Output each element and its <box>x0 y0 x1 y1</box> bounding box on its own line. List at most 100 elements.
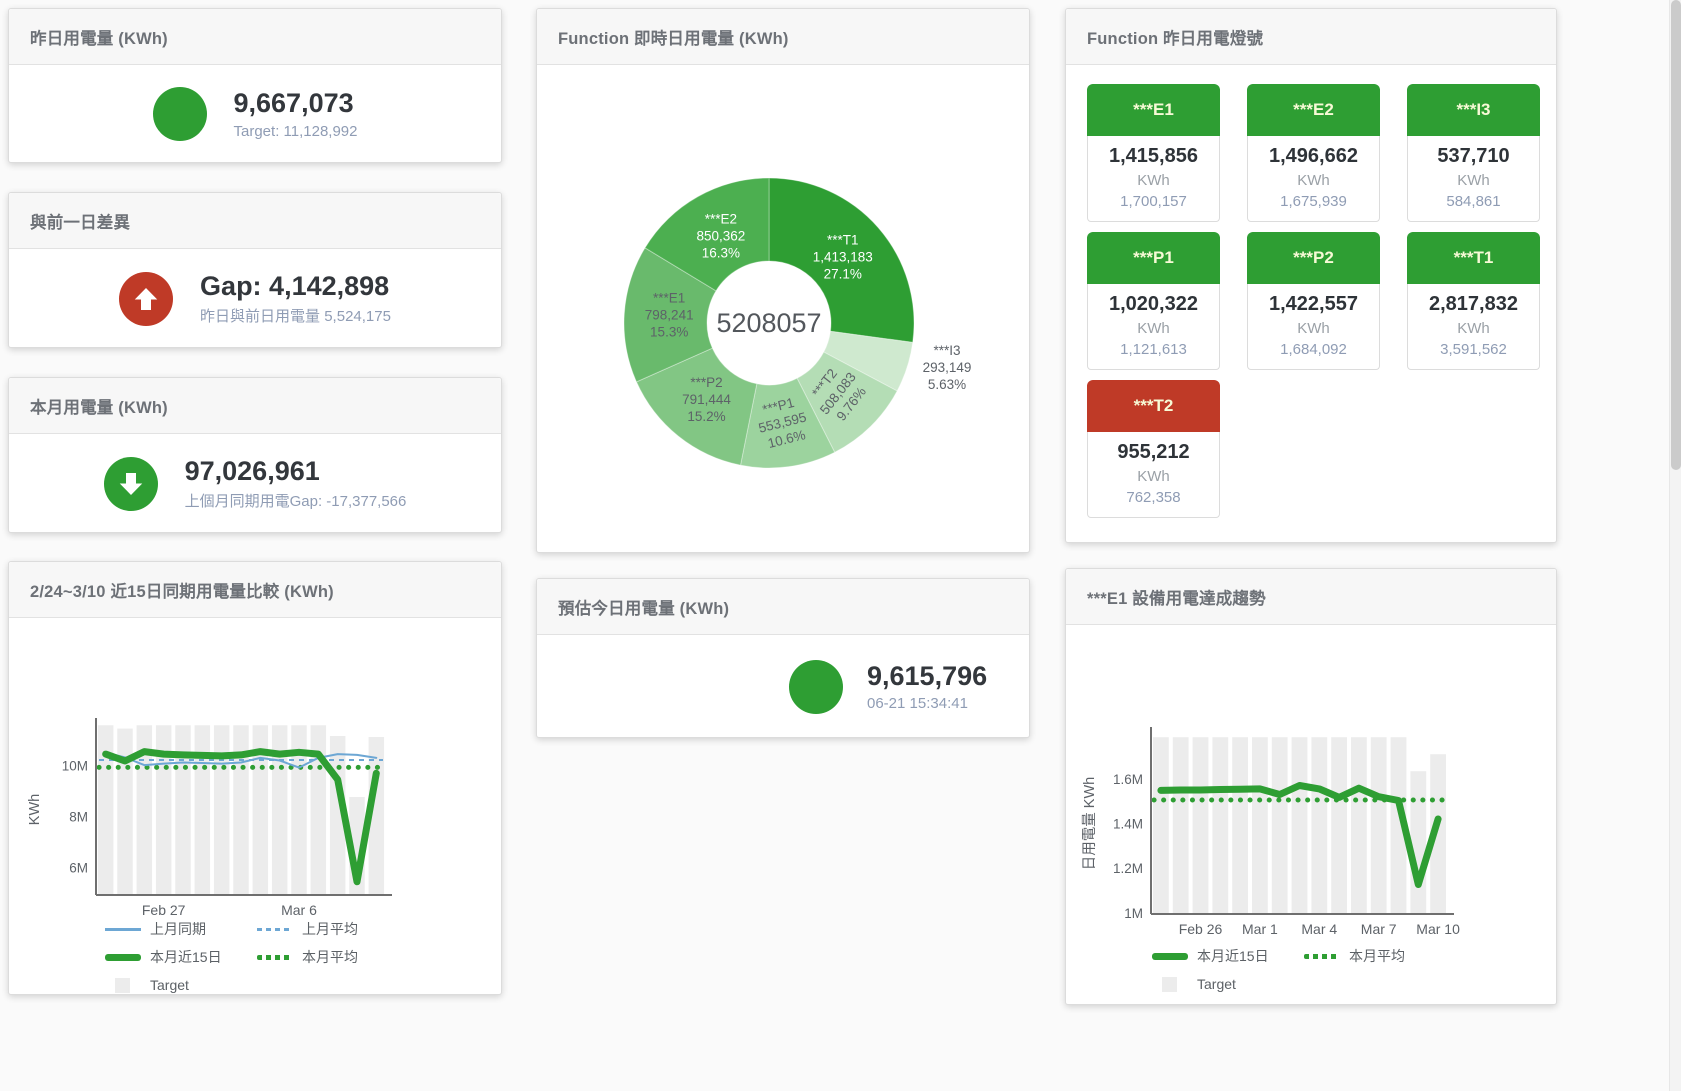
panel-title[interactable]: ***E1 設備用電達成趨勢 <box>1087 585 1266 609</box>
led-tile-body: 537,710KWh584,861 <box>1407 136 1540 222</box>
led-tile: ***P21,422,557KWh1,684,092 <box>1247 232 1380 370</box>
panel-title[interactable]: 本月用電量 (KWh) <box>30 394 168 418</box>
y-tick-label: 6M <box>69 861 88 876</box>
led-tile-header: ***P2 <box>1247 232 1380 284</box>
legend-swatch-thick-icon <box>1152 953 1188 960</box>
led-tile-secondary: 3,591,562 <box>1410 341 1537 358</box>
panel-title[interactable]: 2/24~3/10 近15日同期用電量比較 (KWh) <box>30 578 334 602</box>
legend-label: 上月同期 <box>150 919 206 939</box>
legend-item[interactable]: 本月平均 <box>1304 945 1456 967</box>
card-today-estimate: 預估今日用電量 (KWh) 9,615,796 06-21 15:34:41 <box>536 578 1030 738</box>
panel-header: 本月用電量 (KWh) <box>9 378 501 434</box>
target-bar <box>117 729 132 895</box>
card-month-usage: 本月用電量 (KWh) 97,026,961 上個月同期用電Gap: -17,3… <box>8 377 502 533</box>
stat-subtitle: 上個月同期用電Gap: -17,377,566 <box>185 490 407 511</box>
panel-title[interactable]: 與前一日差異 <box>30 209 130 233</box>
legend-label: 本月平均 <box>1349 946 1405 966</box>
stat-subtitle: 昨日與前日用電量 5,524,175 <box>200 305 391 326</box>
target-bar <box>1232 737 1248 914</box>
stat-value: Gap: 4,142,898 <box>200 271 391 302</box>
vertical-scrollbar[interactable] <box>1669 0 1681 1091</box>
legend-row: Target <box>1152 973 1456 995</box>
led-tile-header: ***T2 <box>1087 380 1220 432</box>
panel-title[interactable]: Function 昨日用電燈號 <box>1087 25 1263 49</box>
target-bar <box>1153 737 1169 914</box>
panel-title[interactable]: Function 即時日用電量 (KWh) <box>558 25 789 49</box>
led-tile-value: 1,415,856 <box>1090 145 1217 168</box>
card-e1-trend-chart: ***E1 設備用電達成趨勢 1M1.2M1.4M1.6MFeb 26Mar 1… <box>1065 568 1557 1005</box>
led-tile-value: 955,212 <box>1090 441 1217 464</box>
led-tile-secondary: 1,121,613 <box>1090 341 1217 358</box>
led-tile-value: 1,422,557 <box>1250 293 1377 316</box>
led-tile-secondary: 1,675,939 <box>1250 193 1377 210</box>
led-tile: ***I3537,710KWh584,861 <box>1407 84 1540 222</box>
panel-header: 預估今日用電量 (KWh) <box>537 579 1029 635</box>
legend-item[interactable]: 本月平均 <box>257 946 409 968</box>
target-bar <box>1272 737 1288 914</box>
card-compare-chart: 2/24~3/10 近15日同期用電量比較 (KWh) 6M8M10MFeb 2… <box>8 561 502 995</box>
donut-slice-label: ***I3293,1495.63% <box>923 343 972 392</box>
led-tile-unit: KWh <box>1090 320 1217 337</box>
legend-item[interactable]: Target <box>1152 973 1304 995</box>
arrow-up-circle-icon <box>119 272 173 326</box>
y-tick-label: 1.4M <box>1113 817 1143 832</box>
legend-item[interactable]: Target <box>105 974 257 996</box>
led-tile: ***T2955,212KWh762,358 <box>1087 380 1220 518</box>
led-tile-unit: KWh <box>1090 172 1217 189</box>
legend-row: 本月近15日 本月平均 <box>105 946 409 968</box>
legend-swatch-line-icon <box>105 928 141 931</box>
led-tile-header: ***T1 <box>1407 232 1540 284</box>
led-tile-header: ***I3 <box>1407 84 1540 136</box>
panel-header: 與前一日差異 <box>9 193 501 249</box>
led-tile-header: ***E2 <box>1247 84 1380 136</box>
stat-value: 9,615,796 <box>867 661 987 692</box>
stat-value: 9,667,073 <box>234 88 358 119</box>
stat-body: 97,026,961 上個月同期用電Gap: -17,377,566 <box>9 435 501 532</box>
led-tile: ***E21,496,662KWh1,675,939 <box>1247 84 1380 222</box>
x-tick-label: Mar 1 <box>1242 921 1278 937</box>
status-circle-icon <box>789 660 843 714</box>
target-bar <box>1212 737 1228 914</box>
legend-label: 本月近15日 <box>150 947 222 967</box>
card-led-board: Function 昨日用電燈號 ***E11,415,856KWh1,700,1… <box>1065 8 1557 543</box>
led-tile-header: ***E1 <box>1087 84 1220 136</box>
legend-label: Target <box>1197 976 1236 992</box>
compare-line-chart: 6M8M10MFeb 27Mar 6KWh <box>9 619 501 919</box>
led-tile-body: 955,212KWh762,358 <box>1087 432 1220 518</box>
compare-chart-legend: 上月同期 上月平均本月近15日 本月平均 Target <box>105 918 409 996</box>
panel-title[interactable]: 預估今日用電量 (KWh) <box>558 595 729 619</box>
led-tile-value: 1,020,322 <box>1090 293 1217 316</box>
stat-subtitle: 06-21 15:34:41 <box>867 695 987 712</box>
led-tile-body: 1,496,662KWh1,675,939 <box>1247 136 1380 222</box>
led-tile-unit: KWh <box>1410 320 1537 337</box>
panel-header: ***E1 設備用電達成趨勢 <box>1066 569 1556 625</box>
stat-text: 9,615,796 06-21 15:34:41 <box>867 661 987 712</box>
y-tick-label: 1.6M <box>1113 772 1143 787</box>
scrollbar-thumb[interactable] <box>1671 0 1681 470</box>
legend-label: 本月平均 <box>302 947 358 967</box>
led-tile-value: 2,817,832 <box>1410 293 1537 316</box>
target-bar <box>195 725 210 895</box>
legend-item[interactable]: 本月近15日 <box>105 946 257 968</box>
target-bar <box>214 725 229 895</box>
e1-trend-line-chart: 1M1.2M1.4M1.6MFeb 26Mar 1Mar 4Mar 7Mar 1… <box>1066 626 1556 941</box>
panel-title[interactable]: 昨日用電量 (KWh) <box>30 25 168 49</box>
stat-text: 9,667,073 Target: 11,128,992 <box>234 88 358 139</box>
stat-body: Gap: 4,142,898 昨日與前日用電量 5,524,175 <box>9 250 501 347</box>
legend-item[interactable]: 上月同期 <box>105 918 257 940</box>
led-tile-unit: KWh <box>1250 320 1377 337</box>
y-tick-label: 1M <box>1124 906 1143 921</box>
led-tile: ***T1 2,817,832 KWh 3,591,562 <box>1407 232 1540 370</box>
y-tick-label: 1.2M <box>1113 861 1143 876</box>
legend-item[interactable]: 本月近15日 <box>1152 945 1304 967</box>
legend-swatch-dot-icon <box>1304 954 1340 959</box>
led-tile-body: 2,817,832 KWh 3,591,562 <box>1407 284 1540 370</box>
led-tile-header: ***P1 <box>1087 232 1220 284</box>
stat-text: Gap: 4,142,898 昨日與前日用電量 5,524,175 <box>200 271 391 326</box>
legend-row: 本月近15日 本月平均 <box>1152 945 1456 967</box>
legend-swatch-box-icon <box>115 978 130 993</box>
status-circle-icon <box>153 87 207 141</box>
legend-swatch-thick-icon <box>105 954 141 961</box>
legend-item[interactable]: 上月平均 <box>257 918 409 940</box>
legend-label: 本月近15日 <box>1197 946 1269 966</box>
